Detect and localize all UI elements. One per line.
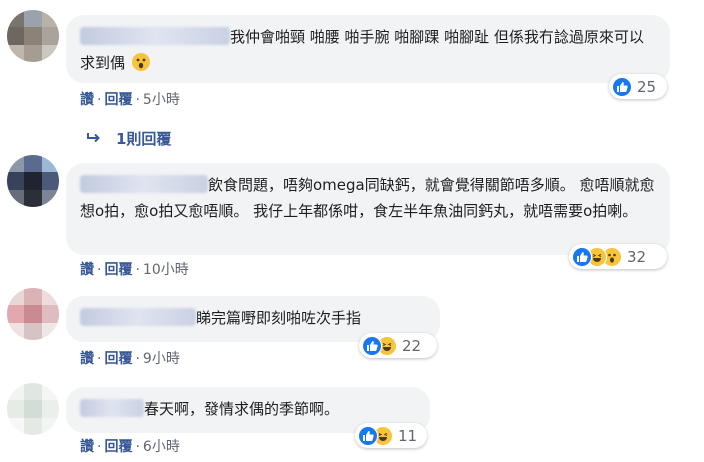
timestamp[interactable]: 9小時 xyxy=(143,351,180,367)
commenter-name[interactable] xyxy=(80,399,144,417)
separator: · xyxy=(135,92,140,108)
timestamp[interactable]: 10小時 xyxy=(143,262,189,278)
like-icon xyxy=(362,335,382,356)
timestamp[interactable]: 6小時 xyxy=(143,439,180,455)
reply-link[interactable]: 回覆 xyxy=(104,92,132,108)
reaction-count: 25 xyxy=(637,77,657,96)
like-link[interactable]: 讚 xyxy=(80,351,94,367)
avatar[interactable] xyxy=(7,155,59,207)
like-icon xyxy=(572,246,592,267)
separator: · xyxy=(135,262,140,278)
separator: · xyxy=(135,351,140,367)
reaction-count: 32 xyxy=(627,247,647,266)
like-link[interactable]: 讚 xyxy=(80,262,94,278)
comment-text: 春天啊，發情求偶的季節啊。 xyxy=(144,400,340,418)
like-link[interactable]: 讚 xyxy=(80,439,94,455)
commenter-name[interactable] xyxy=(80,27,230,45)
view-replies-link[interactable]: 1則回覆 xyxy=(86,128,171,149)
reply-link[interactable]: 回覆 xyxy=(104,262,132,278)
separator: · xyxy=(97,439,102,455)
commenter-name[interactable] xyxy=(80,308,196,326)
comment-actions: 讚 · 回覆 · 10小時 xyxy=(80,259,189,279)
reply-arrow-icon xyxy=(86,130,102,148)
comment-text: 睇完篇嘢即刻啪咗次手指 xyxy=(196,309,362,327)
reaction-count: 22 xyxy=(402,336,422,355)
comment-actions: 讚 · 回覆 · 6小時 xyxy=(80,436,180,456)
separator: · xyxy=(97,92,102,108)
comment-actions: 讚 · 回覆 · 9小時 xyxy=(80,348,180,368)
comment-bubble: 我仲會啪頸 啪腰 啪手腕 啪腳踝 啪腳趾 但係我冇諗過原來可以求到偶 xyxy=(66,15,670,83)
reaction-count: 11 xyxy=(398,426,418,445)
separator: · xyxy=(97,351,102,367)
avatar[interactable] xyxy=(7,288,59,340)
reply-link[interactable]: 回覆 xyxy=(104,351,132,367)
reaction-summary[interactable]: 25 xyxy=(609,74,667,99)
comment-actions: 讚 · 回覆 · 5小時 xyxy=(80,89,180,109)
reply-link[interactable]: 回覆 xyxy=(104,439,132,455)
commenter-name[interactable] xyxy=(80,175,208,193)
reaction-summary[interactable]: 32 xyxy=(569,244,667,269)
avatar[interactable] xyxy=(7,383,59,435)
reaction-summary[interactable]: 22 xyxy=(359,333,437,358)
separator: · xyxy=(97,262,102,278)
separator: · xyxy=(135,439,140,455)
surprised-emoji xyxy=(131,53,150,79)
timestamp[interactable]: 5小時 xyxy=(143,92,180,108)
replies-count-label[interactable]: 1則回覆 xyxy=(116,130,171,148)
like-icon xyxy=(612,76,632,97)
avatar[interactable] xyxy=(7,10,59,62)
comment-bubble: 飲食問題，唔夠omega同缺鈣，就會覺得關節唔多順。 愈唔順就愈想o拍，愈o拍又… xyxy=(66,163,670,255)
like-icon xyxy=(358,425,378,446)
like-link[interactable]: 讚 xyxy=(80,92,94,108)
reaction-summary[interactable]: 11 xyxy=(355,423,427,448)
